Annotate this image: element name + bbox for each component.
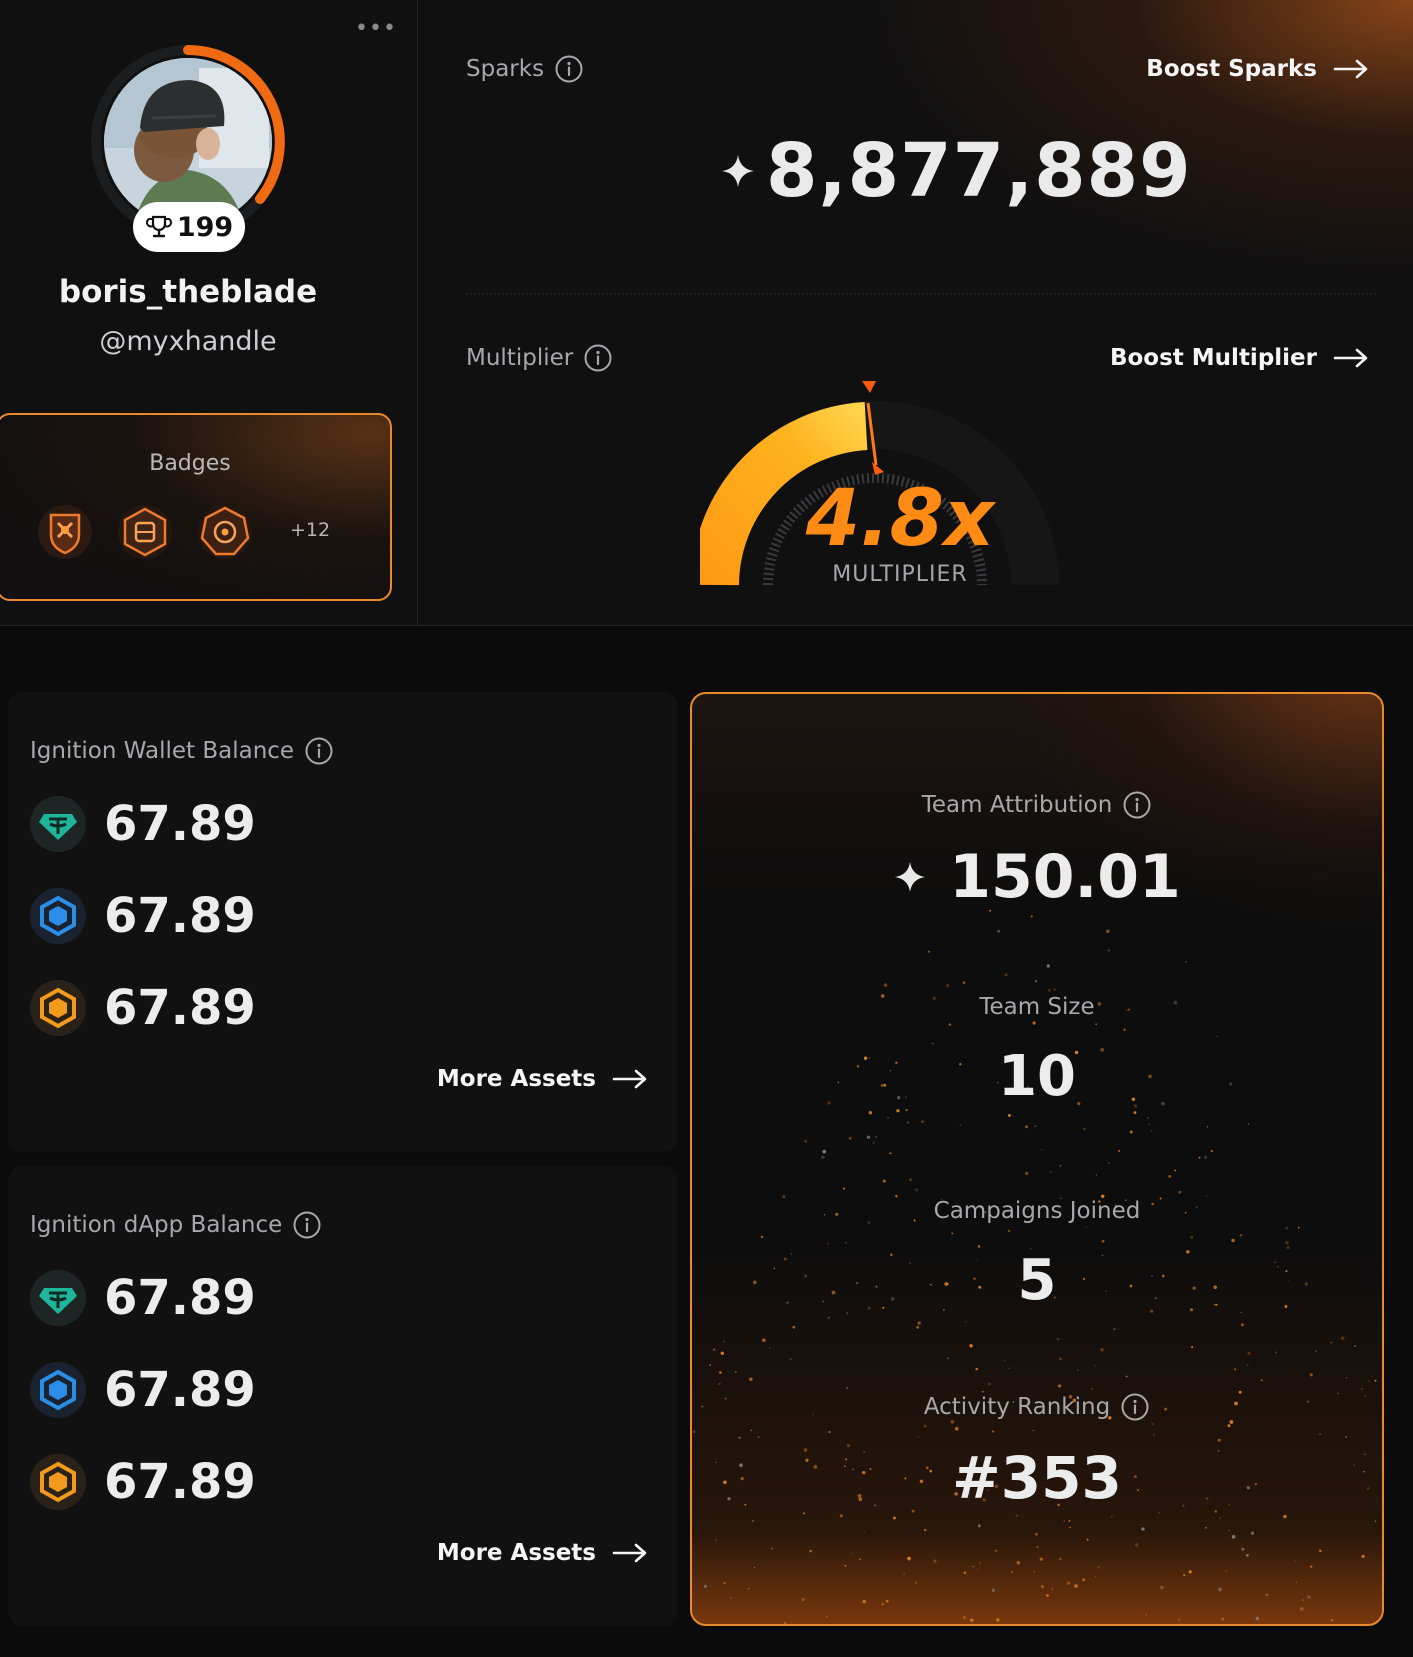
- team-attribution-value-row: 150.01: [692, 842, 1382, 912]
- tether-icon: [30, 1270, 86, 1326]
- orange-hexagon-token-icon: [30, 1454, 86, 1510]
- gear-badge-icon[interactable]: [196, 503, 254, 561]
- dapp-balance-label-row: Ignition dApp Balance: [30, 1210, 322, 1240]
- campaigns-joined-label-row: Campaigns Joined: [692, 1198, 1382, 1224]
- wallet-balance-card: Ignition Wallet Balance 67.89 67.89 67.8…: [8, 692, 678, 1152]
- sparks-label-row: Sparks: [466, 54, 584, 84]
- sparks-value: 8,877,889: [766, 128, 1192, 214]
- team-size-label: Team Size: [979, 994, 1095, 1020]
- boost-multiplier-link[interactable]: Boost Multiplier: [1110, 345, 1369, 371]
- trophy-icon: [145, 215, 172, 238]
- activity-ranking-label-row: Activity Ranking: [692, 1392, 1382, 1422]
- blue-hexagon-token-icon: [30, 888, 86, 944]
- vertical-divider: [417, 0, 418, 626]
- info-icon[interactable]: [1120, 1392, 1150, 1422]
- arrow-right-icon: [1333, 348, 1368, 368]
- avatar[interactable]: [104, 58, 272, 226]
- asset-value: 67.89: [104, 1362, 256, 1418]
- info-icon[interactable]: [1122, 790, 1152, 820]
- wallet-balance-label: Ignition Wallet Balance: [30, 738, 295, 764]
- asset-value: 67.89: [104, 796, 256, 852]
- multiplier-label: Multiplier: [466, 345, 574, 371]
- wallet-balance-label-row: Ignition Wallet Balance: [30, 736, 334, 766]
- campaigns-joined-label: Campaigns Joined: [933, 1198, 1141, 1224]
- arrow-right-icon: [1333, 59, 1368, 79]
- section-separator: [466, 293, 1376, 295]
- activity-ranking-label: Activity Ranking: [923, 1394, 1111, 1420]
- more-assets-link[interactable]: More Assets: [437, 1540, 648, 1566]
- blue-hexagon-token-icon: [30, 1362, 86, 1418]
- team-stats-card: Team Attribution 150.01 Team Size 10 Cam…: [690, 692, 1384, 1626]
- more-options-button[interactable]: •••: [355, 18, 396, 46]
- more-assets-label: More Assets: [436, 1066, 596, 1092]
- badges-card[interactable]: Badges +12: [0, 413, 392, 601]
- avatar-photo: [104, 58, 272, 226]
- more-assets-label: More Assets: [436, 1540, 596, 1566]
- sparkle-icon: [722, 155, 754, 187]
- more-badges-count[interactable]: +12: [290, 519, 330, 541]
- profile-header-section: ••• 199 boris_theblade @myxhandle Badges: [0, 0, 1413, 626]
- arrow-right-icon: [612, 1543, 647, 1563]
- shield-badge-icon[interactable]: [36, 503, 94, 561]
- sparks-label: Sparks: [466, 56, 545, 82]
- boost-multiplier-label: Boost Multiplier: [1109, 345, 1317, 371]
- asset-row[interactable]: 67.89: [30, 888, 256, 944]
- username: boris_theblade: [58, 274, 318, 310]
- info-icon[interactable]: [583, 343, 613, 373]
- boost-sparks-label: Boost Sparks: [1146, 56, 1317, 82]
- asset-row[interactable]: 67.89: [30, 796, 256, 852]
- sparkle-icon: [895, 861, 926, 893]
- asset-value: 67.89: [104, 980, 256, 1036]
- asset-value: 67.89: [104, 1270, 256, 1326]
- asset-value: 67.89: [104, 1454, 256, 1510]
- info-icon[interactable]: [554, 54, 584, 84]
- orange-hexagon-token-icon: [30, 980, 86, 1036]
- multiplier-label-row: Multiplier: [466, 343, 613, 373]
- team-attribution-label: Team Attribution: [921, 792, 1113, 818]
- hexagon-badge-icon[interactable]: [116, 503, 174, 561]
- boost-sparks-link[interactable]: Boost Sparks: [1146, 56, 1369, 82]
- trophy-count: 199: [176, 211, 234, 243]
- asset-row[interactable]: 67.89: [30, 1270, 256, 1326]
- campaigns-joined-value: 5: [1017, 1248, 1057, 1313]
- team-attribution-value: 150.01: [949, 842, 1181, 912]
- tether-icon: [30, 796, 86, 852]
- team-size-label-row: Team Size: [692, 994, 1382, 1020]
- activity-ranking-value: #353: [952, 1444, 1122, 1512]
- trophy-badge: 199: [133, 202, 245, 252]
- team-attribution-label-row: Team Attribution: [692, 790, 1382, 820]
- sparks-total: 8,877,889: [720, 128, 1192, 214]
- asset-row[interactable]: 67.89: [30, 980, 256, 1036]
- asset-row[interactable]: 67.89: [30, 1454, 256, 1510]
- info-icon[interactable]: [292, 1210, 322, 1240]
- dapp-balance-label: Ignition dApp Balance: [30, 1212, 283, 1238]
- user-handle: @myxhandle: [99, 326, 277, 357]
- team-size-value: 10: [998, 1044, 1076, 1109]
- more-assets-link[interactable]: More Assets: [437, 1066, 648, 1092]
- arrow-right-icon: [612, 1069, 647, 1089]
- asset-row[interactable]: 67.89: [30, 1362, 256, 1418]
- info-icon[interactable]: [304, 736, 334, 766]
- dapp-balance-card: Ignition dApp Balance 67.89 67.89 67.89: [8, 1166, 678, 1626]
- multiplier-value: 4.8x: [805, 474, 995, 564]
- badges-title: Badges: [149, 451, 231, 476]
- multiplier-caption: MULTIPLIER: [832, 562, 968, 587]
- asset-value: 67.89: [104, 888, 256, 944]
